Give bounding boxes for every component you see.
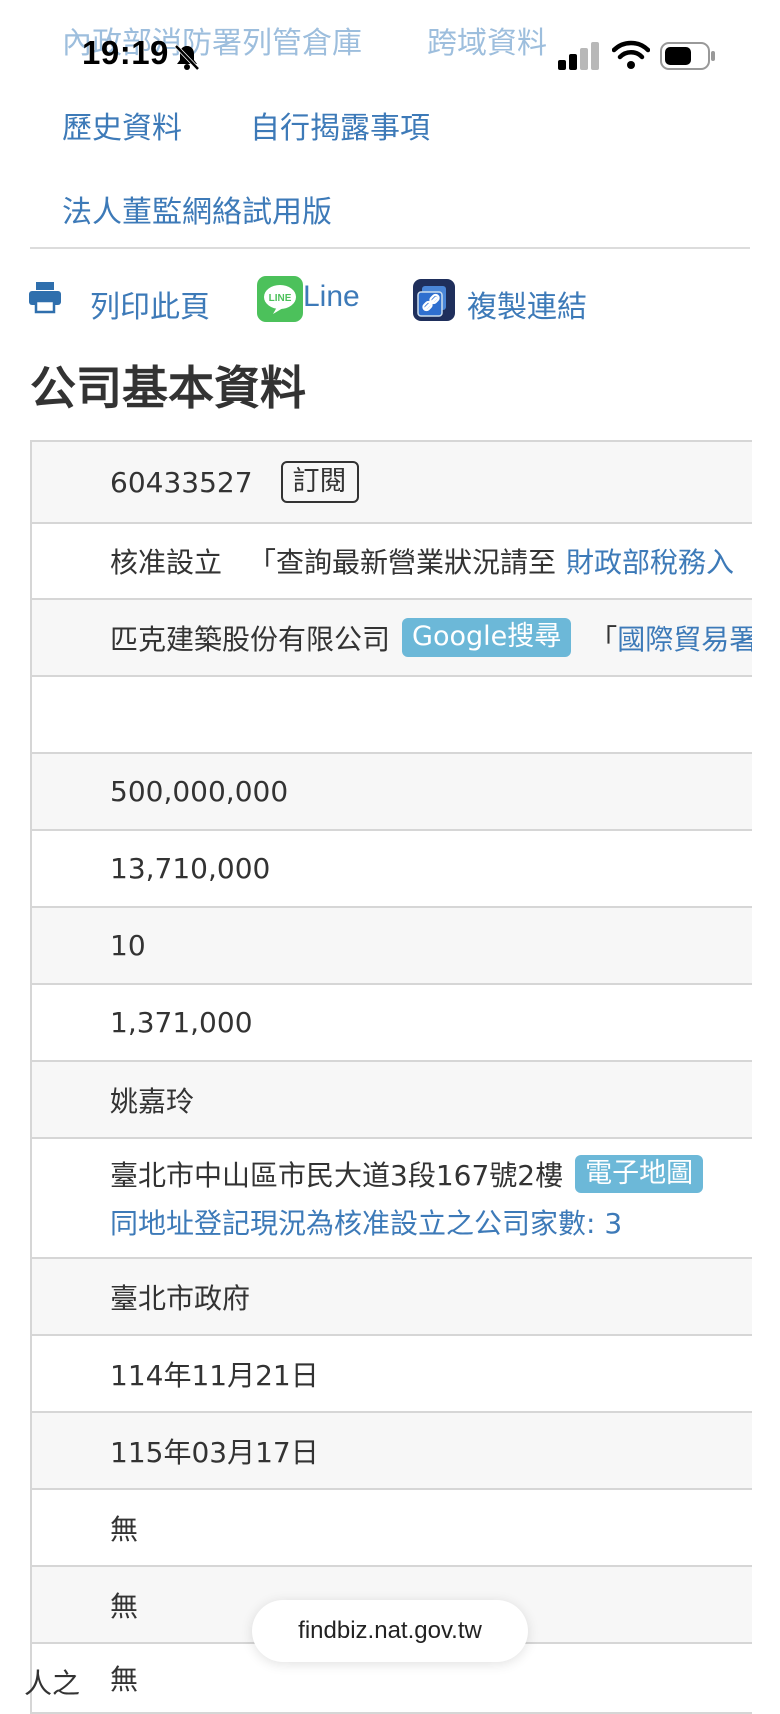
table-row-none-1: 無 (32, 1490, 752, 1567)
same-address-link[interactable]: 同地址登記現況為核准設立之公司家數: 3 (110, 1202, 622, 1242)
printer-icon[interactable] (28, 280, 62, 319)
company-name-value: 匹克建築股份有限公司 (110, 622, 391, 656)
nav-link-director-network[interactable]: 法人董監網絡試用版 (62, 187, 332, 231)
line-icon[interactable]: LINE (257, 276, 303, 327)
table-row-company-name: 匹克建築股份有限公司 Google搜尋 「 國際貿易署 (32, 600, 752, 677)
table-row-last-change-date: 115年03月17日 (32, 1413, 752, 1490)
table-row-capital-paid: 13,710,000 (32, 831, 752, 908)
none-value: 無 (110, 1589, 139, 1623)
capital-paid-value: 13,710,000 (110, 852, 271, 885)
copy-link-button[interactable]: 複製連結 (467, 282, 587, 326)
company-info-table: 60433527 訂閱 核准設立 「查詢最新營業狀況請至 財政部稅務入 匹克建築… (30, 440, 752, 1714)
table-row-authority: 臺北市政府 (32, 1259, 752, 1336)
print-page-link[interactable]: 列印此頁 (90, 282, 210, 326)
line-share-link[interactable]: Line (303, 280, 360, 314)
table-row-empty (32, 677, 752, 754)
capital-total-value: 500,000,000 (110, 775, 289, 808)
nav-link-cross-domain[interactable]: 跨域資料 (427, 18, 547, 62)
battery-icon (660, 42, 716, 75)
row-label-fragment: 人之 (24, 1667, 81, 1700)
nav-link-self-disclosure[interactable]: 自行揭露事項 (250, 103, 430, 147)
trade-bracket: 「 (589, 622, 618, 656)
subscribe-button[interactable]: 訂閱 (280, 461, 359, 503)
table-row-address: 臺北市中山區市民大道3段167號2樓 電子地圖 同地址登記現況為核准設立之公司家… (32, 1139, 752, 1259)
nav-link-history[interactable]: 歷史資料 (62, 103, 182, 147)
none-value: 無 (110, 1663, 139, 1696)
last-change-date-value: 115年03月17日 (110, 1435, 319, 1469)
svg-text:LINE: LINE (269, 293, 292, 304)
issued-shares-value: 1,371,000 (110, 1006, 253, 1039)
google-search-button[interactable]: Google搜尋 (402, 618, 572, 657)
browser-url-bar[interactable]: findbiz.nat.gov.tw (252, 1600, 528, 1662)
cellular-signal-icon (558, 42, 600, 75)
none-value: 無 (110, 1512, 139, 1546)
status-value: 核准設立 (110, 546, 223, 579)
table-row-founded-date: 114年11月21日 (32, 1336, 752, 1413)
status-time: 19:19 (82, 34, 169, 71)
nav-divider (30, 247, 750, 249)
url-text: findbiz.nat.gov.tw (298, 1617, 482, 1644)
address-value: 臺北市中山區市民大道3段167號2樓 (110, 1159, 564, 1192)
page-title: 公司基本資料 (30, 361, 306, 415)
map-button[interactable]: 電子地圖 (575, 1154, 704, 1194)
tax-bureau-link[interactable]: 財政部稅務入 (566, 541, 734, 581)
copy-link-icon[interactable] (412, 278, 456, 327)
status-note-text: 「查詢最新營業狀況請至 (248, 546, 557, 579)
table-row-unified-no: 60433527 訂閱 (32, 440, 752, 524)
table-row-status: 核准設立 「查詢最新營業狀況請至 財政部稅務入 (32, 524, 752, 600)
authority-value: 臺北市政府 (110, 1281, 251, 1315)
founded-date-value: 114年11月21日 (110, 1358, 319, 1392)
unified-no-value: 60433527 (110, 465, 253, 499)
silent-bell-icon (172, 42, 202, 77)
trade-admin-link[interactable]: 國際貿易署 (617, 618, 752, 658)
table-row-representative: 姚嘉玲 (32, 1062, 752, 1139)
representative-value: 姚嘉玲 (110, 1084, 195, 1118)
table-row-capital-total: 500,000,000 (32, 754, 752, 831)
par-value-value: 10 (110, 929, 146, 962)
table-row-par-value: 10 (32, 908, 752, 985)
table-row-issued-shares: 1,371,000 (32, 985, 752, 1062)
wifi-icon (611, 40, 651, 75)
